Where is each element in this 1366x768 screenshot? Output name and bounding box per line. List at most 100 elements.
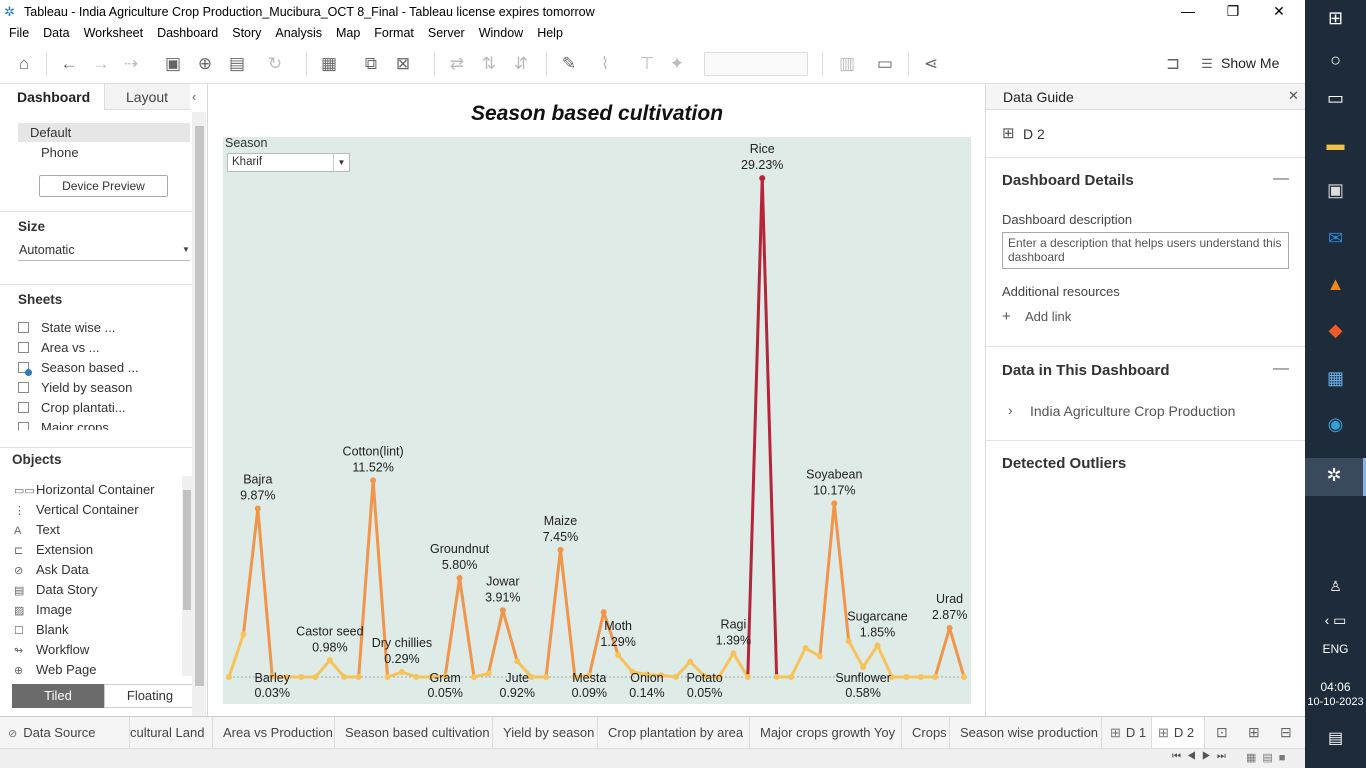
new-story-icon[interactable]: ⊟ bbox=[1280, 724, 1292, 741]
collapse-icon[interactable]: — bbox=[1273, 360, 1289, 378]
data-point[interactable] bbox=[773, 674, 780, 680]
label-icon[interactable]: ⊤ bbox=[636, 54, 658, 74]
sheet-item[interactable]: Yield by season bbox=[18, 380, 132, 395]
sheet-item[interactable]: State wise ... bbox=[18, 320, 115, 335]
pause-updates-icon[interactable]: ▤ bbox=[226, 54, 248, 74]
sort-asc-icon[interactable]: ⇅ bbox=[478, 54, 500, 74]
data-point[interactable] bbox=[860, 664, 867, 671]
tab-sheet[interactable]: Season wise production bbox=[950, 717, 1102, 749]
control-panel-icon[interactable]: ▦ bbox=[1305, 368, 1366, 389]
data-point[interactable] bbox=[961, 674, 967, 680]
device-preview-button[interactable]: Device Preview bbox=[39, 175, 168, 197]
show-me-button[interactable]: Show Me bbox=[1221, 55, 1279, 71]
sort-desc-icon[interactable]: ⇵ bbox=[510, 54, 532, 74]
data-point[interactable] bbox=[341, 674, 348, 680]
tab-sheet[interactable]: Crops bbox=[902, 717, 950, 749]
vlc-icon[interactable]: ▲ bbox=[1305, 274, 1366, 295]
show-cards-icon[interactable]: ▥ bbox=[836, 54, 858, 74]
language-indicator[interactable]: ENG bbox=[1305, 642, 1366, 656]
store-icon[interactable]: ▣ bbox=[1305, 180, 1366, 201]
clear-sheet-icon[interactable]: ⊠ bbox=[392, 54, 414, 74]
dashboard-description-input[interactable]: Enter a description that helps users und… bbox=[1002, 232, 1289, 269]
data-point[interactable] bbox=[528, 674, 535, 680]
minimize-button[interactable]: — bbox=[1165, 0, 1211, 24]
add-link-button[interactable]: Add link bbox=[1025, 309, 1071, 324]
tab-sheet[interactable]: Major crops growth Yoy bbox=[750, 717, 902, 749]
object-blank[interactable]: ☐ Blank bbox=[14, 622, 69, 637]
data-point[interactable] bbox=[874, 642, 881, 649]
tab-sheet[interactable]: cultural Land bbox=[130, 717, 213, 749]
data-point[interactable] bbox=[456, 575, 463, 582]
format-painter-icon[interactable]: ⊐ bbox=[1162, 54, 1184, 74]
data-point[interactable] bbox=[903, 674, 910, 680]
data-point[interactable] bbox=[557, 546, 564, 553]
detected-outliers-title[interactable]: Detected Outliers bbox=[1002, 455, 1126, 472]
data-point[interactable] bbox=[672, 674, 679, 680]
data-point[interactable] bbox=[485, 670, 492, 677]
data-point[interactable] bbox=[831, 500, 838, 507]
clock-time[interactable]: 04:06 bbox=[1305, 680, 1366, 694]
tab-dashboard-d1[interactable]: ⊞ D 1 bbox=[1102, 717, 1152, 749]
data-point[interactable] bbox=[471, 674, 477, 680]
tray-icons[interactable]: ‹ ▭ bbox=[1305, 612, 1366, 629]
pin-icon[interactable]: ✦ bbox=[666, 54, 688, 74]
sheet-item[interactable]: Crop plantati... bbox=[18, 400, 126, 415]
menu-data[interactable]: Data bbox=[43, 24, 69, 44]
object-web-page[interactable]: ⊕ Web Page bbox=[14, 662, 96, 677]
share-icon[interactable]: ⋖ bbox=[920, 54, 942, 74]
data-point[interactable] bbox=[514, 658, 521, 665]
data-point[interactable] bbox=[759, 175, 766, 182]
maximize-button[interactable]: ❐ bbox=[1210, 0, 1256, 24]
data-point[interactable] bbox=[615, 651, 622, 658]
data-point[interactable] bbox=[802, 644, 809, 651]
data-point[interactable] bbox=[788, 674, 795, 680]
left-panel-scroll-thumb[interactable] bbox=[195, 126, 204, 686]
data-point[interactable] bbox=[240, 631, 247, 638]
show-me-icon[interactable]: ☰ bbox=[1196, 54, 1218, 74]
tiled-toggle[interactable]: Tiled bbox=[12, 684, 104, 708]
sheet-item[interactable]: Season based ... bbox=[18, 360, 139, 376]
menu-window[interactable]: Window bbox=[479, 24, 523, 44]
group-icon[interactable]: ⌇ bbox=[594, 54, 616, 74]
dashboard-details-title[interactable]: Dashboard Details bbox=[1002, 172, 1134, 189]
new-worksheet-icon[interactable]: ⊡ bbox=[1216, 724, 1228, 741]
add-icon[interactable]: + bbox=[1002, 308, 1011, 325]
file-explorer-icon[interactable]: ▬ bbox=[1305, 134, 1366, 155]
object-image[interactable]: ▨ Image bbox=[14, 602, 72, 617]
menu-file[interactable]: File bbox=[9, 24, 29, 44]
tab-sheet[interactable]: Season based cultivation bbox=[335, 717, 493, 749]
tab-dashboard[interactable]: Dashboard bbox=[0, 84, 104, 110]
close-icon[interactable]: ✕ bbox=[1288, 88, 1299, 104]
chevron-right-icon[interactable]: › bbox=[1008, 402, 1013, 418]
menu-story[interactable]: Story bbox=[232, 24, 261, 44]
object-workflow[interactable]: ↬ Workflow bbox=[14, 642, 89, 657]
presentation-icon[interactable]: ▭ bbox=[874, 54, 896, 74]
size-dropdown[interactable]: Automatic bbox=[19, 243, 75, 257]
menu-worksheet[interactable]: Worksheet bbox=[84, 24, 144, 44]
object-data-story[interactable]: ▤ Data Story bbox=[14, 582, 97, 597]
device-phone[interactable]: Phone bbox=[41, 145, 79, 160]
refresh-icon[interactable]: ↻ bbox=[264, 54, 286, 74]
data-in-dashboard-title[interactable]: Data in This Dashboard bbox=[1002, 362, 1170, 379]
new-dashboard-icon[interactable]: ⊞ bbox=[1248, 724, 1260, 741]
data-point[interactable] bbox=[499, 607, 506, 614]
tab-sheet[interactable]: Crop plantation by area bbox=[598, 717, 750, 749]
task-view-icon[interactable]: ▭ bbox=[1305, 88, 1366, 109]
menu-analysis[interactable]: Analysis bbox=[275, 24, 322, 44]
data-point[interactable] bbox=[816, 653, 823, 660]
size-dropdown-arrow-icon[interactable]: ▼ bbox=[182, 245, 190, 254]
tab-sheet[interactable]: Area vs Production bbox=[213, 717, 335, 749]
highlight-icon[interactable]: ✎ bbox=[558, 54, 580, 74]
data-point[interactable] bbox=[687, 658, 694, 665]
data-point[interactable] bbox=[946, 625, 953, 632]
redo-icon[interactable]: → bbox=[90, 54, 112, 74]
data-point[interactable] bbox=[917, 674, 924, 680]
data-point[interactable] bbox=[226, 674, 232, 680]
data-point[interactable] bbox=[298, 674, 305, 680]
menu-help[interactable]: Help bbox=[537, 24, 563, 44]
sheet-item[interactable]: Major crops bbox=[18, 420, 109, 430]
brave-icon[interactable]: ◆ bbox=[1305, 320, 1366, 341]
floating-toggle[interactable]: Floating bbox=[104, 684, 196, 708]
data-point[interactable] bbox=[744, 674, 751, 680]
data-point[interactable] bbox=[312, 674, 319, 680]
